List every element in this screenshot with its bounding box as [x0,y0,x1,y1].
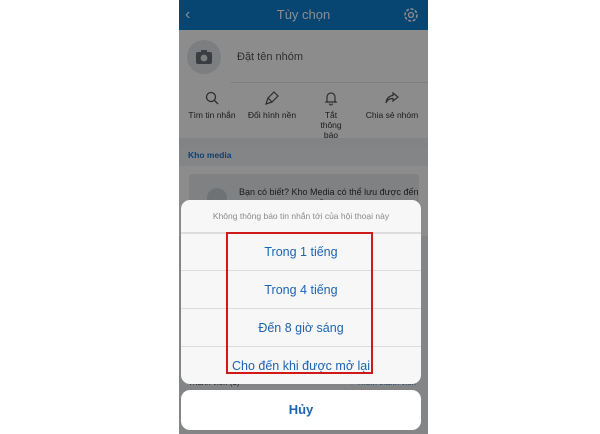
cancel-button[interactable]: Hủy [181,390,421,430]
sheet-title: Không thông báo tin nhắn tới của hội tho… [181,200,421,234]
options-highlight-box [226,232,373,374]
